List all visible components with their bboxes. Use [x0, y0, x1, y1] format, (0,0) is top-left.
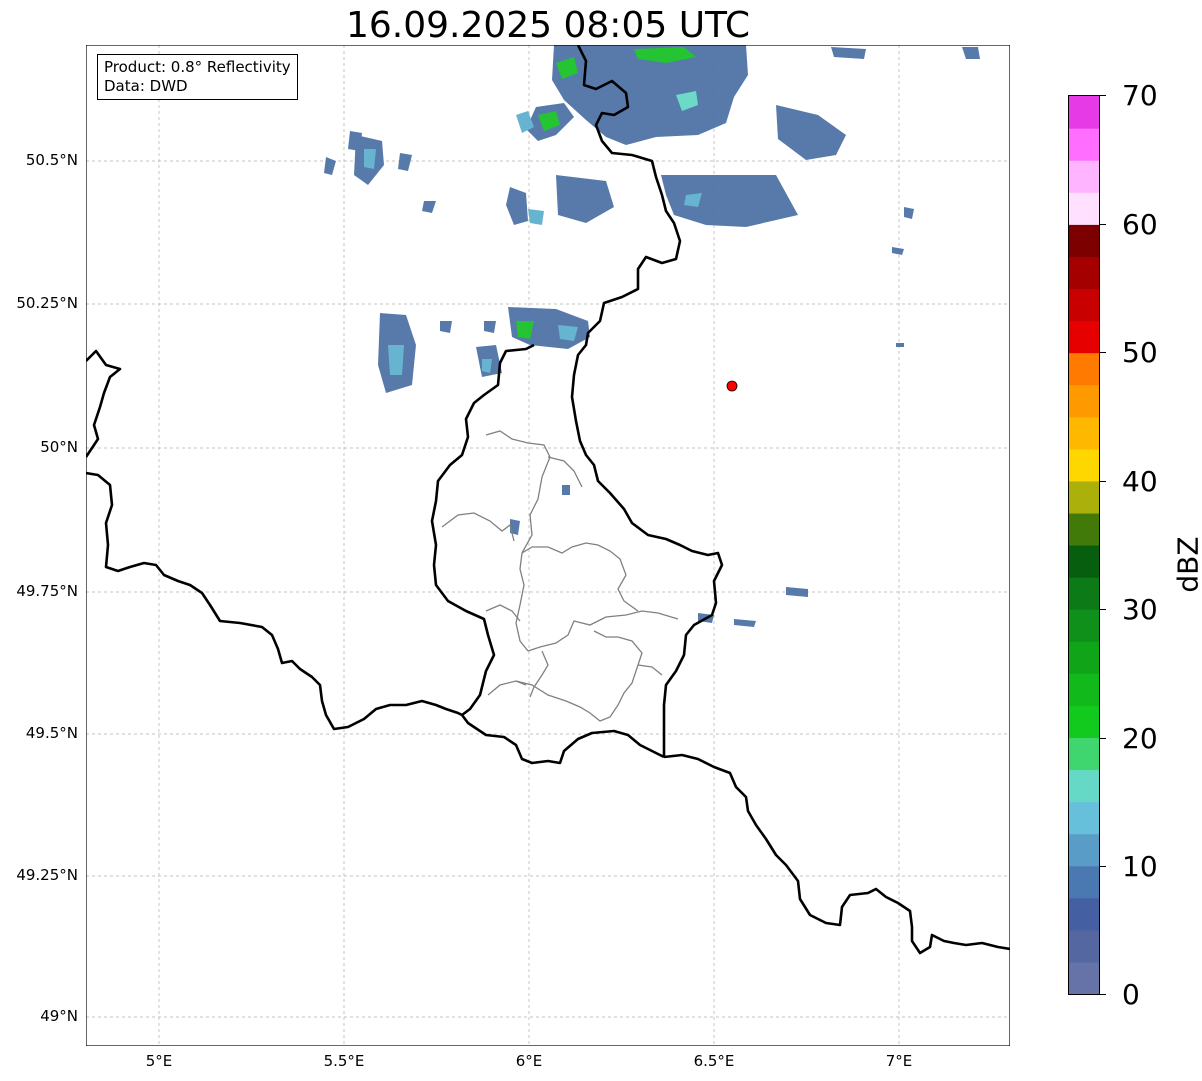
colorbar-segment: [1069, 512, 1099, 546]
colorbar-segment: [1069, 641, 1099, 674]
colorbar-segment: [1069, 320, 1099, 354]
colorbar-segment: [1069, 929, 1099, 963]
colorbar-tick: [1100, 866, 1106, 867]
colorbar-label: dBZ: [1171, 536, 1202, 593]
colorbar-tick-label: 70: [1122, 79, 1158, 112]
colorbar-segment: [1069, 416, 1099, 450]
colorbar-tick-label: 50: [1122, 336, 1158, 369]
lat-tick-label: 49.5°N: [25, 724, 78, 742]
colorbar-tick: [1100, 352, 1106, 353]
colorbar-segment: [1069, 128, 1099, 161]
lat-tick-label: 50°N: [40, 438, 78, 456]
colorbar-segment: [1069, 352, 1099, 386]
map-canvas: [86, 45, 1010, 1046]
colorbar-segment: [1069, 961, 1099, 994]
colorbar-tick-label: 0: [1122, 978, 1140, 1011]
lon-tick-label: 6°E: [515, 1052, 543, 1070]
colorbar-tick-label: 10: [1122, 850, 1158, 883]
colorbar-tick-label: 30: [1122, 593, 1158, 626]
info-data-source: Data: DWD: [104, 77, 188, 95]
colorbar-tick-label: 40: [1122, 465, 1158, 498]
colorbar-segment: [1069, 705, 1099, 739]
colorbar-tick-label: 20: [1122, 722, 1158, 755]
colorbar-segment: [1069, 160, 1099, 193]
lat-tick-label: 50.25°N: [16, 294, 78, 312]
colorbar-segment: [1069, 384, 1099, 418]
colorbar-segment: [1069, 897, 1099, 931]
colorbar-tick: [1100, 609, 1106, 610]
colorbar-segment: [1069, 673, 1099, 706]
lat-tick-label: 49°N: [40, 1007, 78, 1025]
lon-tick-label: 6.5°E: [693, 1052, 735, 1070]
colorbar: [1068, 95, 1100, 995]
map-title: 16.09.2025 08:05 UTC: [345, 5, 751, 46]
colorbar-segment: [1069, 224, 1099, 257]
info-box: Product: 0.8° Reflectivity Data: DWD: [97, 54, 298, 100]
map-frame: [86, 45, 1010, 1046]
info-product: Product: 0.8° Reflectivity: [104, 58, 291, 76]
colorbar-gradient: [1069, 96, 1099, 994]
colorbar-segment: [1069, 769, 1099, 803]
colorbar-segment: [1069, 480, 1099, 514]
colorbar-tick: [1100, 994, 1106, 995]
colorbar-segment: [1069, 545, 1099, 578]
lat-tick-label: 49.75°N: [16, 582, 78, 600]
colorbar-segment: [1069, 801, 1099, 835]
colorbar-tick-label: 60: [1122, 208, 1158, 241]
colorbar-segment: [1069, 96, 1099, 129]
colorbar-segment: [1069, 288, 1099, 322]
colorbar-segment: [1069, 865, 1099, 899]
colorbar-tick: [1100, 95, 1106, 96]
lon-tick-label: 5.5°E: [323, 1052, 365, 1070]
lon-tick-label: 5°E: [145, 1052, 173, 1070]
colorbar-segment: [1069, 256, 1099, 290]
colorbar-segment: [1069, 577, 1099, 610]
colorbar-segment: [1069, 192, 1099, 225]
lat-tick-label: 50.5°N: [25, 151, 78, 169]
colorbar-tick: [1100, 481, 1106, 482]
colorbar-tick: [1100, 738, 1106, 739]
colorbar-segment: [1069, 833, 1099, 867]
colorbar-segment: [1069, 448, 1099, 482]
colorbar-segment: [1069, 609, 1099, 642]
colorbar-segment: [1069, 737, 1099, 771]
radar-site-marker: [726, 380, 738, 392]
lat-tick-label: 49.25°N: [16, 866, 78, 884]
colorbar-tick: [1100, 224, 1106, 225]
lon-tick-label: 7°E: [885, 1052, 913, 1070]
